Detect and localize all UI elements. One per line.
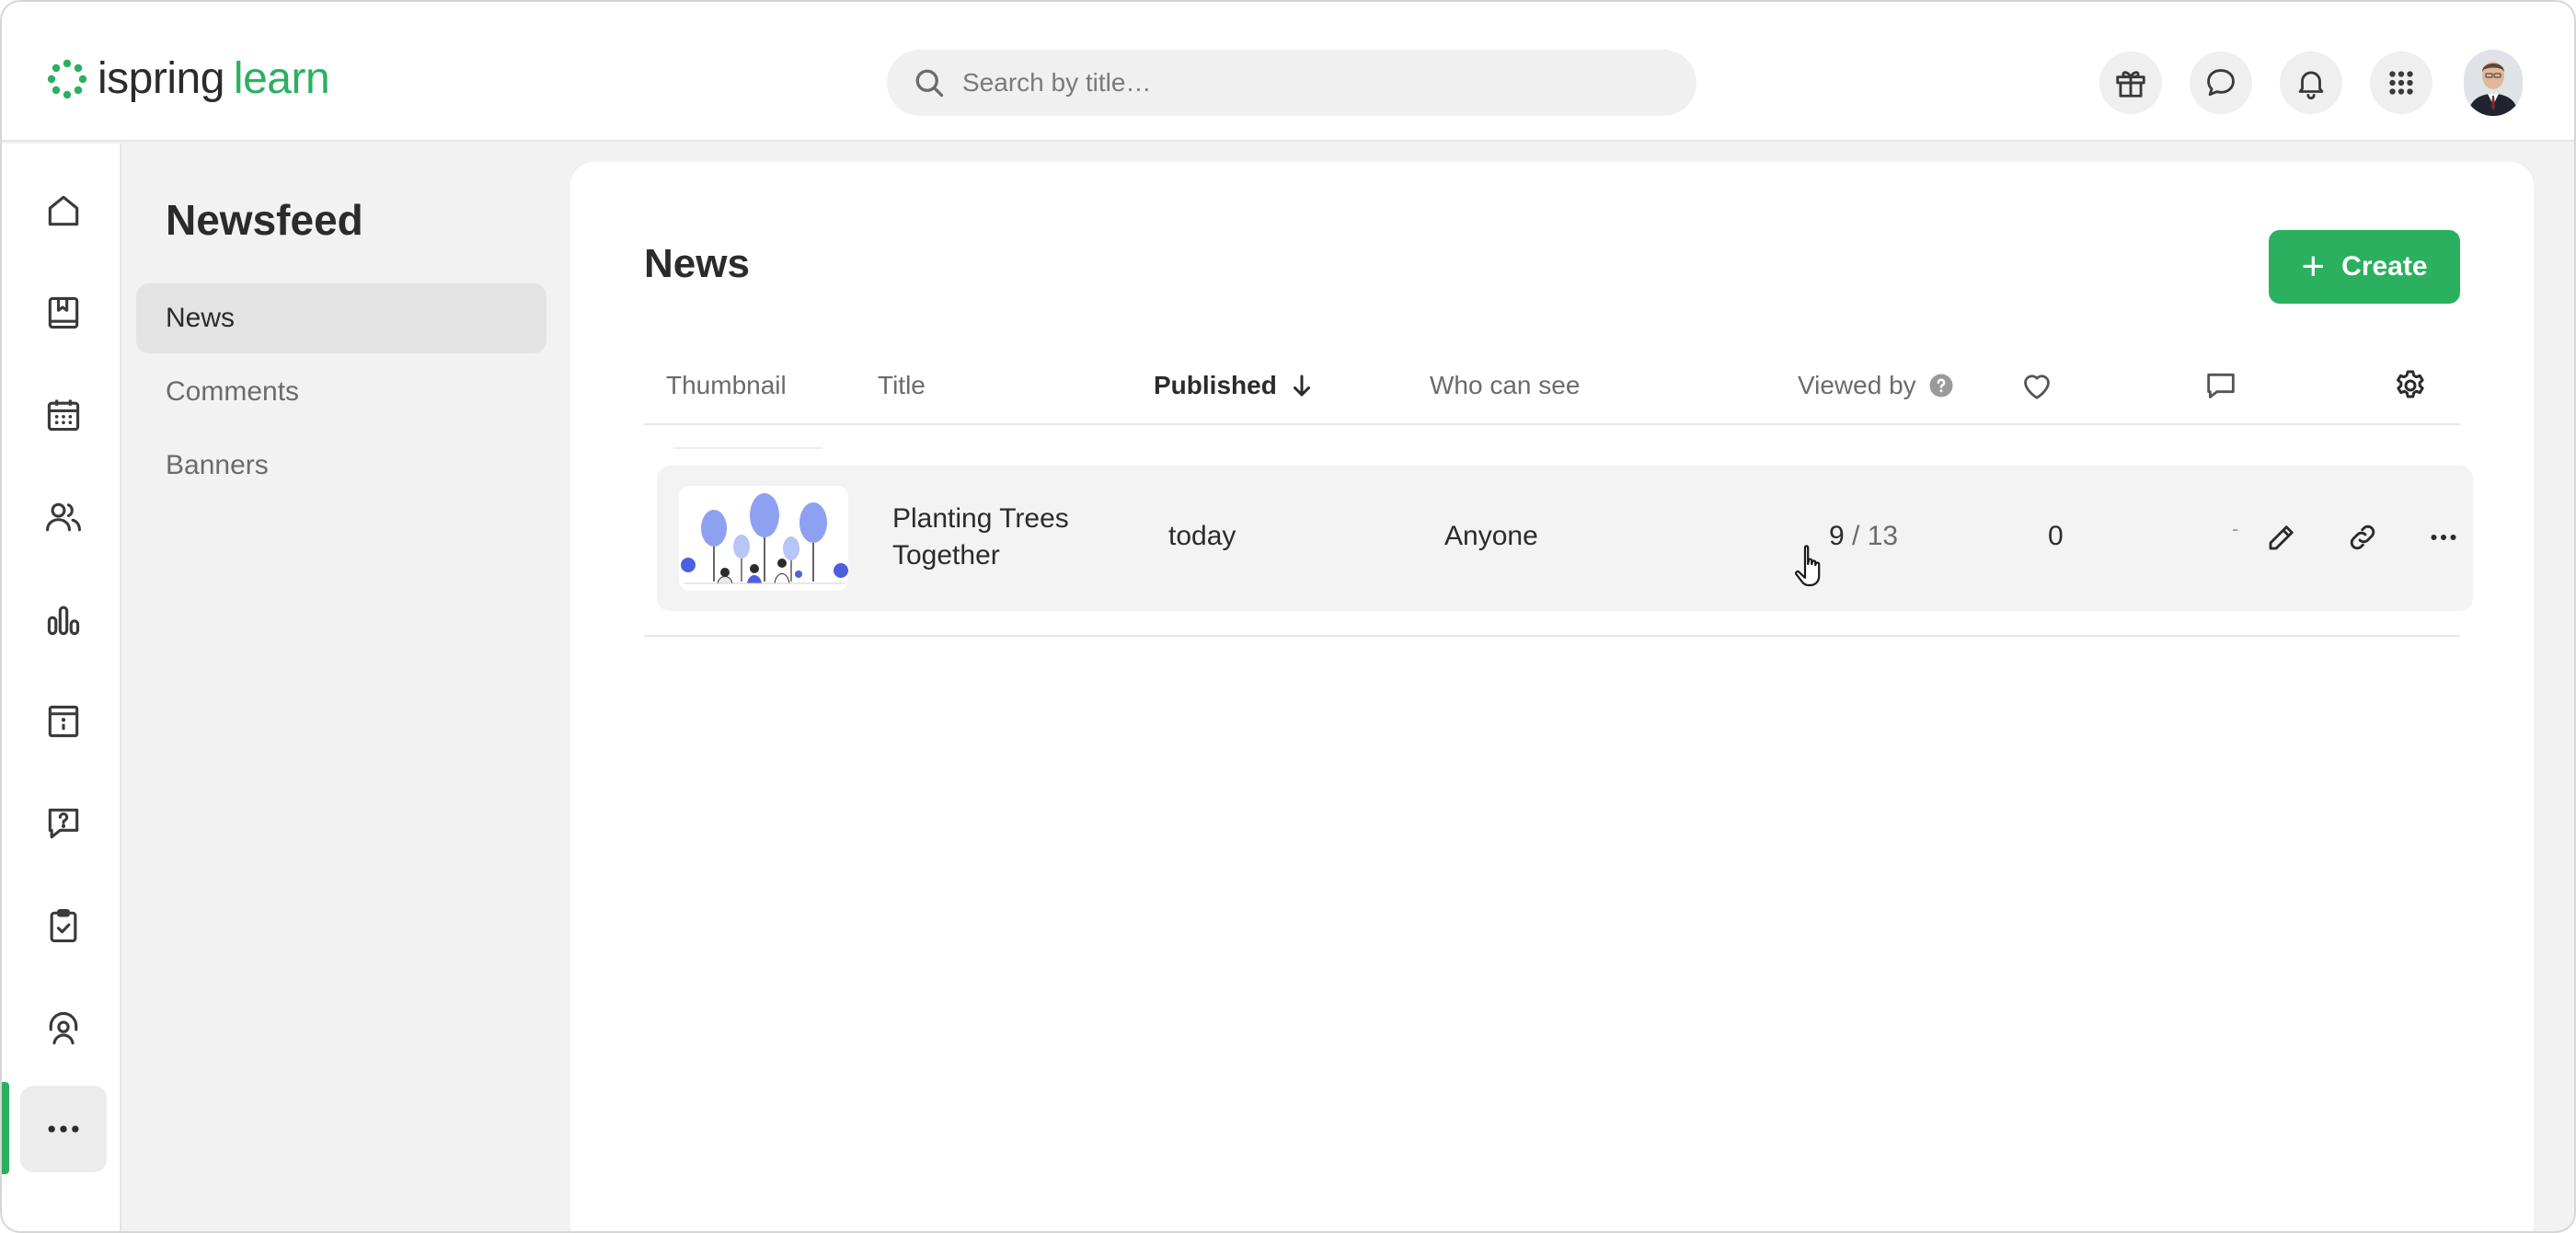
table-header: Thumbnail Title Published Who can see Vi… (644, 346, 2460, 425)
sidebar-item-news[interactable]: News (136, 283, 546, 353)
gift-button[interactable] (2099, 52, 2162, 114)
row-divider (644, 635, 2460, 637)
edit-button[interactable] (2252, 508, 2311, 567)
row-more-button[interactable] (2414, 508, 2473, 567)
active-indicator (2, 1082, 9, 1174)
search-icon (915, 69, 944, 98)
loading-line (673, 447, 822, 449)
chart-icon (47, 605, 80, 636)
clipboard-check-icon (50, 908, 77, 943)
news-title-line: Together (892, 540, 1000, 570)
calendar-icon (47, 399, 80, 432)
arrow-down-icon (1293, 375, 1310, 397)
top-header: ispring learn (2, 2, 2574, 142)
logo-text: ispring learn (98, 53, 330, 105)
sidebar-item-label: News (166, 303, 236, 333)
viewed-total: 13 (1867, 521, 1899, 551)
help-icon[interactable] (1927, 372, 1955, 399)
rail-home[interactable] (20, 167, 107, 254)
user-avatar[interactable] (2464, 50, 2523, 116)
create-button[interactable]: + Create (2269, 230, 2460, 304)
logo-text-learn: learn (233, 54, 330, 103)
apps-button[interactable] (2370, 52, 2432, 114)
rail-reports[interactable] (20, 576, 107, 663)
column-viewed-by[interactable]: Viewed by (1798, 346, 1955, 425)
newsfeed-sidebar: Newsfeed News Comments Banners (123, 144, 569, 1231)
rail-calendar[interactable] (20, 372, 107, 458)
sidebar-item-comments[interactable]: Comments (136, 357, 546, 427)
pencil-icon (2269, 525, 2294, 550)
comment-icon (2207, 373, 2235, 398)
column-who-can-see[interactable]: Who can see (1430, 346, 1580, 425)
sidebar-title: Newsfeed (166, 196, 363, 244)
search-bar[interactable] (887, 50, 1696, 116)
column-comments[interactable] (2202, 346, 2239, 425)
rail-users[interactable] (20, 474, 107, 560)
sidebar-item-label: Banners (166, 450, 269, 480)
column-published[interactable]: Published (1154, 346, 1316, 425)
chat-icon (2207, 69, 2235, 97)
more-icon (2431, 535, 2456, 540)
help-chat-icon (48, 808, 79, 839)
sidebar-item-label: Comments (166, 376, 300, 407)
comments-count: - (2232, 517, 2239, 540)
home-icon (48, 195, 79, 226)
hand-cursor-icon (1795, 545, 1821, 587)
copy-link-button[interactable] (2333, 508, 2392, 567)
news-title[interactable]: Planting Trees Together (892, 501, 1069, 574)
heart-icon (2024, 375, 2050, 399)
table-row[interactable]: Planting Trees Together today Anyone 9 /… (657, 466, 2473, 611)
book-icon (48, 296, 79, 329)
avatar-photo (2464, 50, 2523, 116)
app-logo[interactable]: ispring learn (46, 53, 330, 105)
rail-library[interactable] (20, 270, 107, 356)
column-likes[interactable] (2018, 346, 2055, 425)
published-date: today (1168, 521, 1236, 551)
rail-assignments[interactable] (20, 882, 107, 969)
gear-icon (2397, 370, 2424, 398)
info-board-icon (48, 705, 79, 738)
create-button-label: Create (2341, 251, 2428, 282)
ispring-logo-icon (47, 59, 87, 99)
app-window: ispring learn Search by title… Newsfeed … (0, 0, 2576, 1233)
gift-icon (2116, 71, 2145, 98)
page-title: News (644, 241, 750, 286)
apps-grid-icon (2389, 71, 2413, 95)
viewed-separator: / (1844, 521, 1868, 551)
logo-text-ispring: ispring (98, 54, 224, 103)
rail-more[interactable] (20, 1086, 107, 1172)
who-can-see-value: Anyone (1444, 521, 1538, 551)
column-title[interactable]: Title (878, 346, 926, 425)
column-settings[interactable] (2392, 346, 2429, 425)
search-input[interactable] (962, 68, 1662, 98)
news-title-line: Planting Trees (892, 503, 1069, 534)
rail-help[interactable] (20, 780, 107, 867)
viewed-by-value[interactable]: 9 / 13 (1829, 521, 1898, 552)
rail-support[interactable] (20, 985, 107, 1071)
left-rail (2, 144, 121, 1231)
viewed-count: 9 (1829, 521, 1845, 551)
messages-button[interactable] (2190, 52, 2252, 114)
news-thumbnail[interactable] (679, 486, 848, 591)
column-thumbnail: Thumbnail (666, 371, 787, 399)
main-panel: News + Create Thumbnail Title Published … (570, 162, 2534, 1231)
sidebar-item-banners[interactable]: Banners (136, 431, 546, 501)
support-agent-icon (49, 1011, 78, 1045)
notifications-button[interactable] (2280, 52, 2342, 114)
more-icon (48, 1125, 79, 1133)
planting-trees-illustration (679, 486, 848, 591)
column-published-label: Published (1154, 371, 1277, 399)
link-icon (2350, 524, 2375, 550)
column-viewed-by-label: Viewed by (1798, 371, 1916, 399)
rail-info-board[interactable] (20, 678, 107, 765)
users-icon (46, 502, 81, 532)
bell-icon (2298, 71, 2324, 99)
plus-icon: + (2301, 244, 2326, 289)
likes-count: 0 (2048, 521, 2064, 551)
